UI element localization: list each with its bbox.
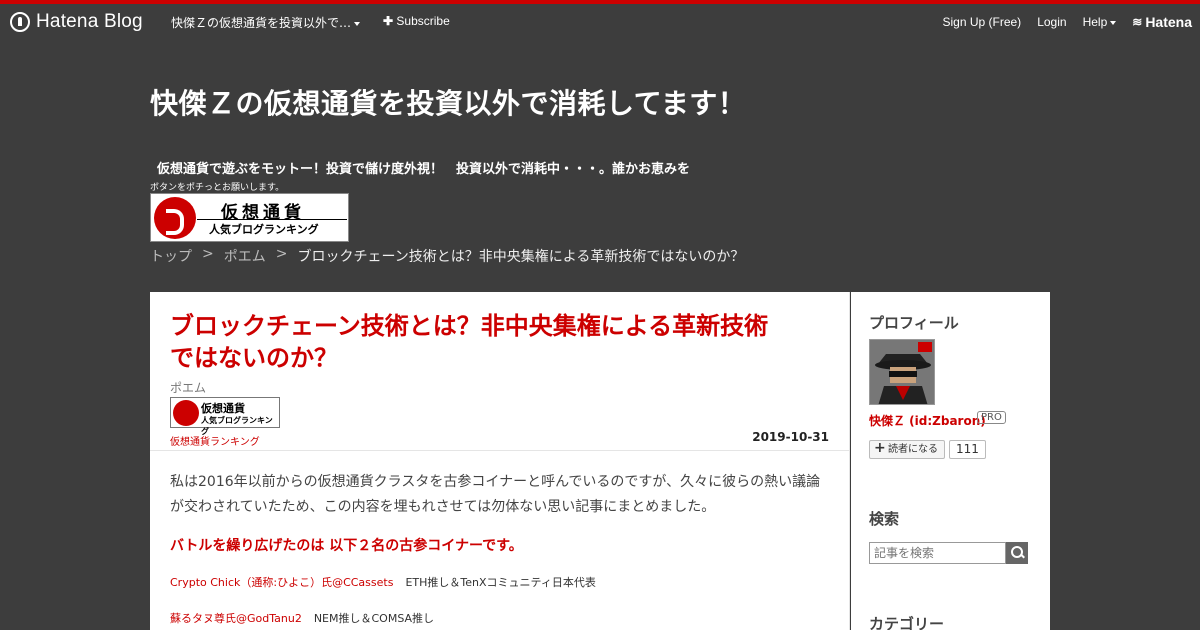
breadcrumb-separator: > bbox=[202, 246, 214, 262]
plus-icon: ✚ bbox=[383, 14, 394, 28]
blog-description-small: ボタンをポチっとお願いします。 bbox=[150, 183, 285, 193]
sidebar: プロフィール 快傑Ｚ (id:Zbaron) PRO 読者になる 111 検索 … bbox=[851, 292, 1050, 630]
blog-name-menu[interactable]: 快傑Ｚの仮想通貨を投資以外で… bbox=[171, 14, 361, 31]
entry-heading: バトルを繰り広げたのは 以下２名の古参コイナーです。 bbox=[170, 538, 523, 554]
main-article: ブロックチェーン技術とは？非中央集権による革新技術ではないのか？ ポエム 仮想通… bbox=[150, 292, 850, 630]
ranking-link[interactable]: 仮想通貨ランキング bbox=[170, 433, 260, 448]
breadcrumb-current: ブロックチェーン技術とは？非中央集権による革新技術ではないのか？ bbox=[297, 249, 745, 265]
help-label: Help bbox=[1082, 15, 1108, 29]
avatar[interactable] bbox=[869, 339, 935, 405]
subscribe-link[interactable]: ✚ Subscribe bbox=[383, 14, 450, 28]
global-header: Hatena Blog 快傑Ｚの仮想通貨を投資以外で… ✚ Subscribe … bbox=[0, 4, 1200, 40]
help-menu[interactable]: Help bbox=[1083, 15, 1117, 29]
person-2-note: NEM推し＆COMSA推し bbox=[313, 612, 435, 625]
banner-subtitle: 人気ブログランキング bbox=[209, 223, 319, 236]
hatena-wave-icon: ≋ bbox=[1132, 15, 1143, 29]
breadcrumb-top[interactable]: トップ bbox=[150, 246, 192, 266]
entry-person-2: 蘇るタヌ尊氏@GodTanu2 NEM推し＆COMSA推し bbox=[170, 610, 434, 626]
person-1-note: ETH推し＆TenXコミュニティ日本代表 bbox=[405, 576, 596, 589]
banner-divider bbox=[197, 219, 347, 220]
search-button[interactable] bbox=[1006, 542, 1028, 564]
signup-link[interactable]: Sign Up (Free) bbox=[942, 15, 1021, 29]
ranking-banner[interactable]: 仮想通貨 人気ブログランキング bbox=[150, 193, 349, 242]
entry-title[interactable]: ブロックチェーン技術とは？非中央集権による革新技術ではないのか？ bbox=[170, 310, 790, 374]
entry-paragraph: 私は2016年以前からの仮想通貨クラスタを古参コイナーと呼んでいるのですが、久々… bbox=[170, 474, 821, 515]
avatar-image bbox=[870, 340, 934, 404]
breadcrumb-separator: > bbox=[275, 246, 288, 262]
entry-date[interactable]: 2019-10-31 bbox=[752, 430, 829, 444]
search-input[interactable] bbox=[869, 542, 1006, 564]
blog-name-label: 快傑Ｚの仮想通貨を投資以外で… bbox=[171, 16, 352, 30]
subscriber-count[interactable]: 111 bbox=[949, 440, 986, 459]
ranking-logo-icon bbox=[173, 400, 199, 426]
breadcrumb-category[interactable]: ポエム bbox=[224, 246, 266, 266]
category-heading: カテゴリー bbox=[869, 615, 945, 630]
entry-category[interactable]: ポエム bbox=[170, 379, 206, 396]
pro-badge[interactable]: PRO bbox=[977, 411, 1006, 424]
hatena-logo-icon bbox=[10, 12, 30, 32]
subscribe-button[interactable]: 読者になる bbox=[869, 440, 945, 459]
blog-title[interactable]: 快傑Ｚの仮想通貨を投資以外で消耗してます！ bbox=[150, 82, 746, 122]
ranking-logo-icon bbox=[154, 197, 196, 239]
search-heading: 検索 bbox=[869, 510, 900, 528]
blog-description: 仮想通貨で遊ぶをモットー！投資で儲け度外視！ 投資以外で消耗中・・・。誰かお恵み… bbox=[157, 162, 691, 177]
hatena-link[interactable]: ≋ Hatena bbox=[1132, 14, 1192, 30]
ranking-mini-banner[interactable]: 仮想通貨 人気ブログランキング bbox=[170, 397, 280, 436]
caret-down-icon bbox=[1110, 20, 1117, 25]
profile-heading: プロフィール bbox=[869, 314, 959, 332]
mini-banner-title: 仮想通貨 bbox=[201, 402, 245, 415]
breadcrumb: トップ > ポエム > ブロックチェーン技術とは？非中央集権による革新技術ではな… bbox=[150, 246, 744, 266]
person-2-link[interactable]: 蘇るタヌ尊氏@GodTanu2 bbox=[170, 612, 302, 625]
subscribe-label: Subscribe bbox=[396, 14, 450, 28]
hatena-blog-logo[interactable]: Hatena Blog bbox=[10, 10, 143, 34]
login-link[interactable]: Login bbox=[1037, 15, 1066, 29]
divider bbox=[150, 450, 849, 451]
person-1-link[interactable]: Crypto Chick（通称:ひよこ）氏@CCassets bbox=[170, 576, 393, 589]
logo-text: Hatena Blog bbox=[36, 11, 143, 32]
caret-down-icon bbox=[354, 21, 361, 26]
profile-name[interactable]: 快傑Ｚ (id:Zbaron) bbox=[869, 412, 986, 429]
entry-person-1: Crypto Chick（通称:ひよこ）氏@CCassets ETH推し＆TenX… bbox=[170, 574, 596, 590]
hatena-label: Hatena bbox=[1145, 14, 1192, 30]
global-header-right: Sign Up (Free) Login Help ≋ Hatena bbox=[942, 14, 1192, 30]
